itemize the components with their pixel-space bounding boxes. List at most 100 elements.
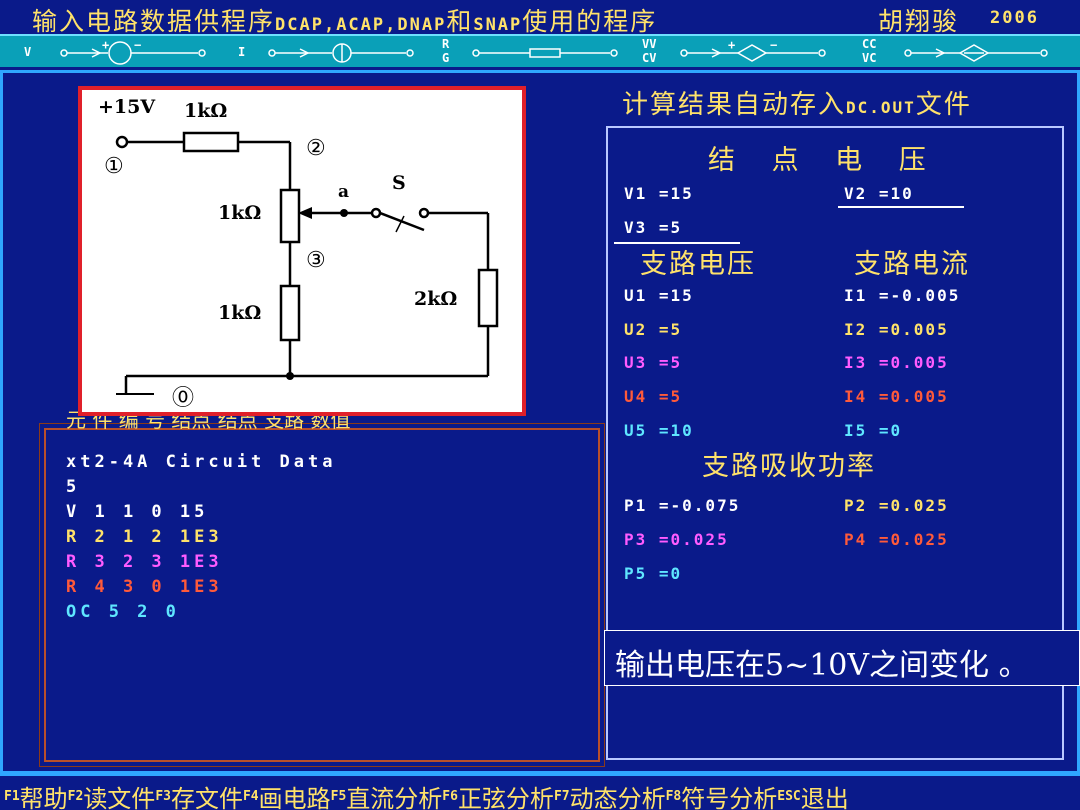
r1-label: 1kΩ	[184, 100, 228, 122]
data-line-r2: R 2 1 2 1E3	[66, 527, 223, 547]
branch-voltage-u3: U3 =5	[624, 353, 683, 372]
power-p1: P1 =-0.075	[624, 496, 741, 515]
node-1-label: ①	[104, 154, 124, 179]
power-p5: P5 =0	[624, 564, 683, 583]
fkey-exit-key: ESC	[777, 789, 801, 804]
fkey-exit-label: 退出	[800, 785, 849, 810]
power-p4: P4 =0.025	[844, 530, 949, 549]
title-text: 输入电路数据供程序DCAP,ACAP,DNAP和SNAP使用的程序	[32, 2, 657, 38]
title-bar: 输入电路数据供程序DCAP,ACAP,DNAP和SNAP使用的程序 胡翔骏 20…	[0, 0, 1080, 36]
fkey-help-label: 帮助	[19, 785, 68, 810]
data-line-v1: V 1 1 0 15	[66, 502, 209, 522]
cccs-label: CC	[862, 37, 877, 51]
branch-voltage-u5: U5 =10	[624, 421, 694, 440]
node-3-label: ③	[306, 248, 326, 273]
results-title-end: 文件	[915, 90, 972, 120]
fkey-save-key: F3	[155, 789, 171, 804]
resistor-r1	[182, 131, 240, 153]
node-voltage-v1: V1 =15	[624, 184, 694, 203]
data-line-title: xt2-4A Circuit Data	[66, 452, 337, 472]
note-callout: 输出电压在5~10V之间变化 。	[604, 630, 1080, 686]
branch-voltage-u1: U1 =15	[624, 286, 694, 305]
branch-current-heading: 支路电流	[854, 249, 970, 280]
node-voltage-v3: V3 =5	[624, 218, 683, 237]
fkey-draw-label: 画电路	[258, 785, 331, 810]
ccvs-label: CV	[642, 51, 657, 65]
vcvs-label: VV	[642, 37, 657, 51]
branch-current-i2: I2 =0.005	[844, 320, 949, 339]
node-voltage-v2: V2 =10	[844, 184, 914, 203]
title-part2: DCAP,ACAP,DNAP	[275, 15, 447, 35]
power-p2: P2 =0.025	[844, 496, 949, 515]
terminal-node-1	[115, 135, 129, 149]
resistor-r2	[279, 188, 301, 244]
svg-text:+: +	[102, 41, 109, 52]
svg-text:−: −	[770, 41, 777, 52]
branch-current-i3: I3 =0.005	[844, 353, 949, 372]
resistor-label: R	[442, 37, 450, 51]
resistor-tool[interactable]	[470, 41, 620, 65]
node-2-label: ②	[306, 136, 326, 161]
branch-current-i4: I4 =0.005	[844, 387, 949, 406]
title-year: 2006	[990, 8, 1039, 28]
title-part5: 使用的程序	[522, 7, 658, 36]
branch-current-i5: I5 =0	[844, 421, 903, 440]
r4-label: 2kΩ	[414, 288, 458, 310]
ground-junction	[286, 372, 294, 380]
switch-label: S	[392, 172, 406, 194]
branch-voltage-heading: 支路电压	[640, 249, 756, 280]
fkey-draw-key: F4	[242, 789, 259, 804]
r3-label: 1kΩ	[218, 302, 262, 324]
svg-text:+: +	[728, 41, 735, 52]
node-0-label: ⓪	[172, 386, 195, 411]
fkey-dynamic-label: 动态分析	[569, 785, 666, 810]
fkey-read-label: 读文件	[83, 785, 156, 810]
svg-text:−: −	[134, 41, 141, 52]
title-part3: 和	[446, 7, 474, 36]
data-line-r4: R 4 3 0 1E3	[66, 577, 223, 597]
circuit-schematic	[115, 131, 499, 395]
vccs-label: VC	[862, 51, 877, 65]
fkey-save-label: 存文件	[170, 785, 243, 810]
title-part4: SNAP	[473, 15, 523, 35]
resistor-r3	[279, 284, 301, 342]
component-palette: V + − I R G VV CV + − CC VC	[0, 36, 1080, 70]
tap-label: a	[338, 182, 350, 202]
controlled-current-source-tool[interactable]	[902, 41, 1052, 65]
function-key-bar: F1帮助F2读文件F3存文件F4画电路F5直流分析F6正弦分析F7动态分析F8符…	[0, 774, 1080, 810]
fkey-symbolic-label: 符号分析	[681, 785, 778, 810]
node-voltage-heading: 结 点 电 压	[708, 145, 940, 176]
results-output-file: DC.OUT	[846, 98, 916, 117]
voltage-source-tool[interactable]: + −	[58, 41, 208, 65]
branch-current-i1: I1 =-0.005	[844, 286, 961, 305]
results-title-cn: 计算结果自动存入	[622, 90, 847, 120]
data-line-count: 5	[66, 477, 81, 497]
fkey-dc-label: 直流分析	[346, 785, 443, 810]
fkey-dc-key: F5	[330, 789, 347, 804]
branch-voltage-u2: U2 =5	[624, 320, 683, 339]
controlled-voltage-source-tool[interactable]: + −	[678, 41, 828, 65]
fkey-ac-label: 正弦分析	[457, 785, 554, 810]
tap-point-a	[340, 209, 348, 217]
resistor-r4	[477, 268, 499, 328]
note-text: 输出电压在5~10V之间变化 。	[615, 648, 1029, 683]
power-heading: 支路吸收功率	[702, 451, 876, 482]
fkey-help-key: F1	[4, 789, 20, 804]
title-part1: 输入电路数据供程序	[32, 7, 276, 36]
fkey-dynamic-key: F7	[553, 789, 570, 804]
data-line-r3: R 3 2 3 1E3	[66, 552, 223, 572]
results-title: 计算结果自动存入DC.OUT文件	[622, 84, 972, 121]
data-line-oc5: OC 5 2 0	[66, 602, 180, 622]
fkey-ac-key: F6	[442, 789, 458, 804]
power-p3: P3 =0.025	[624, 530, 729, 549]
title-author: 胡翔骏	[878, 7, 960, 36]
source-voltage-label: +15V	[98, 96, 156, 118]
current-source-label: I	[238, 45, 246, 59]
current-source-tool[interactable]	[266, 41, 416, 65]
branch-voltage-u4: U4 =5	[624, 387, 683, 406]
v2-underline	[838, 206, 964, 208]
r2-label: 1kΩ	[218, 202, 262, 224]
circuit-diagram: +15V 1kΩ ① ② 1kΩ a S ③ 1kΩ 2kΩ ⓪	[78, 86, 526, 416]
circuit-data-panel[interactable]: xt2-4A Circuit Data 5 V 1 1 0 15 R 2 1 2…	[39, 423, 605, 767]
conductance-label: G	[442, 51, 450, 65]
